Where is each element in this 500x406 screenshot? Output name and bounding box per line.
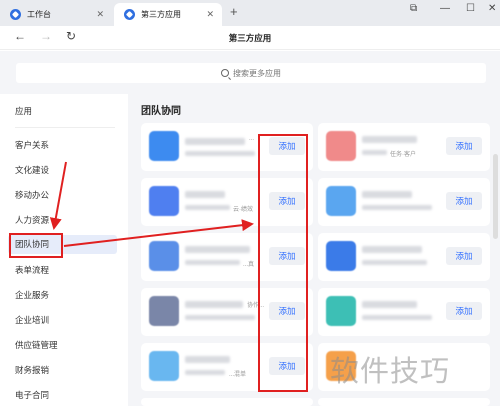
app-desc: 任务·客户 xyxy=(390,152,416,158)
app-desc: ...真 xyxy=(243,262,255,268)
highlight-box-add-buttons xyxy=(258,134,308,392)
sidebar-item-mobile-office[interactable]: 移动办公 xyxy=(15,189,49,201)
app-desc: ...混单 xyxy=(229,372,247,378)
search-placeholder: 搜索更多应用 xyxy=(233,68,281,78)
browser-tab-bar: 工作台 ✕ 第三方应用 ✕ + ⧉ — ☐ ✕ xyxy=(0,0,500,26)
tab-workbench[interactable]: 工作台 ✕ xyxy=(0,3,112,26)
app-desc-blurred xyxy=(185,151,255,156)
app-desc-blurred xyxy=(185,260,240,265)
minimize-icon[interactable]: — xyxy=(440,3,450,14)
sidebar-item-supply-chain[interactable]: 供应链管理 xyxy=(15,339,58,351)
sidebar-item-customer[interactable]: 客户关系 xyxy=(15,139,49,151)
search-input[interactable]: 搜索更多应用 xyxy=(16,63,486,83)
app-desc-blurred xyxy=(185,370,225,375)
app-desc-blurred xyxy=(362,150,387,155)
new-tab-icon[interactable]: + xyxy=(230,4,238,19)
sidebar-item-forms[interactable]: 表单流程 xyxy=(15,264,49,276)
tab-label: 工作台 xyxy=(27,10,51,19)
app-card xyxy=(318,398,490,406)
sidebar-item-training[interactable]: 企业培训 xyxy=(15,314,49,326)
highlight-box-sidebar xyxy=(9,233,63,258)
add-app-button[interactable]: 添加 xyxy=(446,192,482,210)
sidebar-header: 应用 xyxy=(15,106,33,116)
scrollbar[interactable] xyxy=(493,154,498,239)
sidebar-divider xyxy=(15,127,115,128)
tab-third-party-apps[interactable]: 第三方应用 ✕ xyxy=(114,3,222,26)
watermark-text: 软件技巧 xyxy=(330,354,451,388)
app-name-blurred xyxy=(185,138,245,145)
tab-label: 第三方应用 xyxy=(141,10,181,19)
app-desc-blurred xyxy=(362,260,427,265)
add-app-button[interactable]: 添加 xyxy=(446,302,482,320)
restore-icon[interactable]: ⧉ xyxy=(410,3,417,14)
app-logo-icon xyxy=(124,9,135,20)
app-icon xyxy=(326,186,356,216)
close-icon[interactable]: ✕ xyxy=(96,9,104,20)
app-name-blurred xyxy=(362,136,417,143)
add-app-button[interactable]: 添加 xyxy=(446,137,482,155)
app-logo-icon xyxy=(10,9,21,20)
page-title: 第三方应用 xyxy=(228,33,272,43)
app-desc-blurred xyxy=(362,315,432,320)
search-icon xyxy=(221,69,229,77)
app-name-blurred xyxy=(362,246,422,253)
sidebar-item-finance[interactable]: 财务报销 xyxy=(15,364,49,376)
app-desc: ... xyxy=(249,136,255,142)
section-title: 团队协同 xyxy=(141,106,181,117)
app-name-blurred xyxy=(185,356,230,363)
search-area: 搜索更多应用 xyxy=(0,51,500,94)
app-icon xyxy=(326,296,356,326)
app-card[interactable]: 添加 xyxy=(318,288,490,336)
app-name-blurred xyxy=(185,246,250,253)
close-icon[interactable]: ✕ xyxy=(206,9,214,20)
app-icon xyxy=(149,296,179,326)
add-app-button[interactable]: 添加 xyxy=(446,247,482,265)
app-icon xyxy=(326,241,356,271)
navigation-bar: ← → ↻ 第三方应用 xyxy=(0,26,500,50)
app-icon xyxy=(326,131,356,161)
app-desc: 云·绩效 xyxy=(233,207,253,213)
app-name-blurred xyxy=(185,191,225,198)
app-icon xyxy=(149,241,179,271)
app-name-blurred xyxy=(185,301,243,308)
app-icon xyxy=(149,351,179,381)
app-card[interactable]: 任务·客户 添加 xyxy=(318,123,490,171)
app-icon xyxy=(149,131,179,161)
app-name-blurred xyxy=(362,191,412,198)
sidebar-item-culture[interactable]: 文化建设 xyxy=(15,164,49,176)
app-icon xyxy=(149,186,179,216)
app-desc-blurred xyxy=(185,315,255,320)
sidebar-item-enterprise-services[interactable]: 企业服务 xyxy=(15,289,49,301)
sidebar-item-e-contract[interactable]: 电子合同 xyxy=(15,389,49,401)
maximize-icon[interactable]: ☐ xyxy=(466,3,475,14)
app-card xyxy=(141,398,313,406)
app-name-blurred xyxy=(362,301,417,308)
app-desc-blurred xyxy=(185,205,230,210)
app-card[interactable]: 添加 xyxy=(318,233,490,281)
app-desc-blurred xyxy=(362,205,432,210)
window-close-icon[interactable]: ✕ xyxy=(488,3,496,14)
sidebar-item-hr[interactable]: 人力资源 xyxy=(15,214,49,226)
app-card[interactable]: 添加 xyxy=(318,178,490,226)
